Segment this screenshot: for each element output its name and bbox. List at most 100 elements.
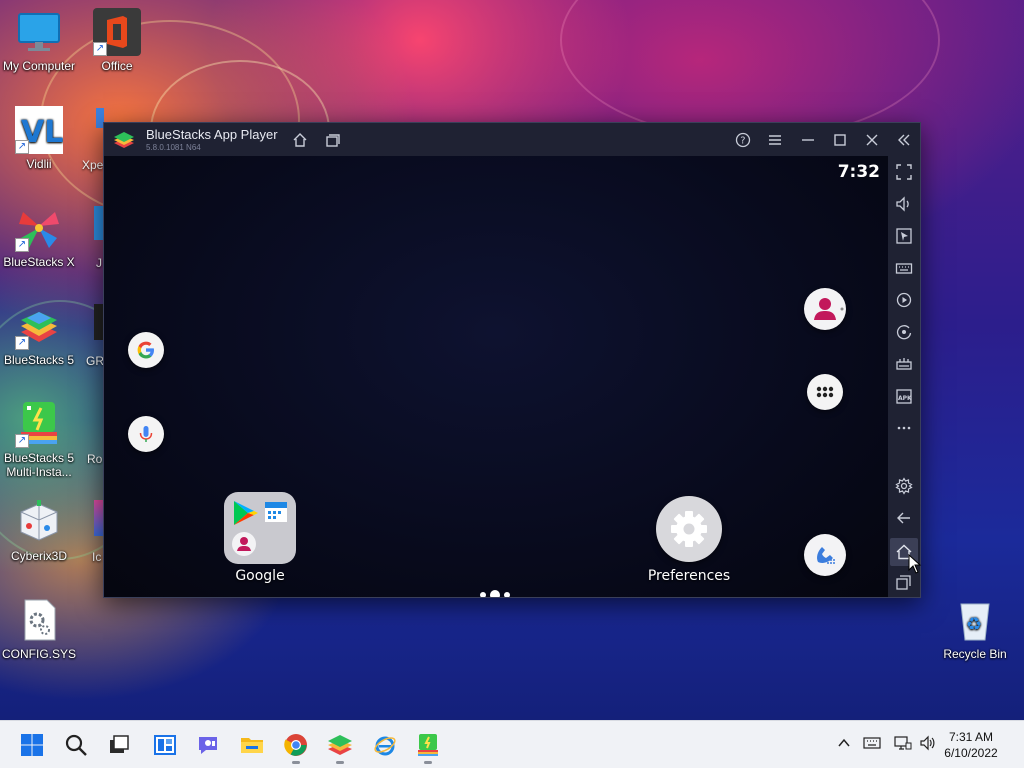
app-drawer-button[interactable]: [807, 374, 843, 410]
volume-button[interactable]: [919, 735, 937, 754]
file-explorer-button[interactable]: [236, 729, 268, 761]
version-label: 5.8.0.1081 N64: [146, 143, 201, 152]
svg-text:APK: APK: [898, 395, 912, 402]
network-button[interactable]: [894, 735, 912, 754]
apk-icon: APK: [896, 389, 912, 404]
bluestacks-x-icon: ↗: [15, 204, 63, 252]
svg-text:♻: ♻: [966, 614, 982, 635]
maximize-button[interactable]: [828, 128, 852, 152]
fullscreen-icon: [896, 164, 912, 180]
shortcut-arrow-icon: ↗: [15, 336, 29, 350]
more-icon: [897, 426, 911, 430]
bluestacks-taskbar-button[interactable]: [324, 729, 356, 764]
volume-button[interactable]: [892, 192, 916, 216]
contact-person-icon: [814, 298, 844, 320]
install-apk-button[interactable]: APK: [892, 384, 916, 408]
rotate-button[interactable]: [892, 320, 916, 344]
internet-explorer-button[interactable]: [369, 729, 401, 761]
chrome-button[interactable]: [280, 729, 312, 764]
multi-instance-icon: [326, 134, 340, 147]
desktop-icon-my-computer[interactable]: My Computer: [0, 8, 78, 73]
back-button[interactable]: [892, 506, 916, 530]
recycle-bin-icon: ♻: [951, 596, 999, 644]
voice-search-button[interactable]: [128, 416, 164, 452]
search-icon: [65, 734, 87, 756]
task-view-button[interactable]: [103, 729, 135, 761]
collapse-sidebar-button[interactable]: [892, 128, 916, 152]
rotate-icon: [896, 325, 912, 340]
title-bar[interactable]: BlueStacks App Player 5.8.0.1081 N64 ?: [104, 123, 920, 156]
keyboard-controls-button[interactable]: [892, 256, 916, 280]
desktop-icon-office[interactable]: ↗ Office: [78, 8, 156, 73]
maximize-icon: [834, 134, 846, 146]
preferences-label: Preferences: [647, 568, 731, 584]
volume-icon: [896, 196, 909, 212]
macro-icon: [896, 292, 912, 308]
google-search-button[interactable]: [128, 332, 164, 368]
desktop-icon-partial-ro[interactable]: Ro: [87, 452, 102, 466]
macro-button[interactable]: [892, 288, 916, 312]
multi-instance-button[interactable]: [320, 128, 344, 152]
bluestacks-sidebar: APK: [888, 156, 920, 597]
pointer-button[interactable]: [892, 224, 916, 248]
home-button[interactable]: [288, 128, 312, 152]
mouse-cursor-icon: [908, 553, 922, 579]
desktop-icon-label: BlueStacks 5: [3, 353, 75, 367]
google-folder[interactable]: [224, 492, 296, 564]
preferences-app[interactable]: [656, 496, 722, 562]
minimize-icon: [802, 139, 814, 141]
google-g-icon: [137, 341, 154, 359]
bluestacks5-icon: ↗: [15, 302, 63, 350]
window-title: BlueStacks App Player: [146, 127, 278, 142]
desktop-icon-recycle-bin[interactable]: ♻ Recycle Bin: [936, 596, 1014, 661]
search-button[interactable]: [60, 729, 92, 761]
svg-text:?: ?: [740, 136, 745, 147]
phone-icon: [817, 547, 835, 564]
contacts-button[interactable]: [804, 288, 846, 330]
help-button[interactable]: ?: [731, 128, 755, 152]
desktop-icon-config-sys[interactable]: CONFIG.SYS: [0, 596, 78, 661]
more-button[interactable]: [892, 416, 916, 440]
phone-dialer-button[interactable]: [804, 534, 846, 576]
gr-icon: [94, 304, 103, 340]
volume-icon: [920, 735, 935, 751]
minimize-button[interactable]: [796, 128, 820, 152]
desktop-icon-partial-ic[interactable]: Ic: [92, 550, 101, 564]
clock[interactable]: 7:31 AM 6/10/2022: [936, 729, 1006, 761]
desktop-icon-bluestacks-x[interactable]: ↗ BlueStacks X: [0, 204, 78, 269]
show-hidden-icons-button[interactable]: [836, 735, 852, 754]
widgets-button[interactable]: [149, 729, 181, 761]
android-screen[interactable]: 7:32 Google Preferences: [104, 156, 888, 597]
shortcut-arrow-icon: ↗: [15, 140, 29, 154]
widgets-icon: [154, 735, 176, 755]
desktop-icon-partial-j[interactable]: J: [96, 256, 102, 270]
input-indicator-button[interactable]: [863, 735, 881, 754]
fullscreen-button[interactable]: [892, 160, 916, 184]
desktop-icon-bluestacks5-multi[interactable]: ↗ BlueStacks 5 Multi-Insta...: [0, 400, 78, 479]
taskbar: 7:31 AM 6/10/2022: [0, 720, 1024, 768]
page-indicator: [478, 586, 512, 597]
gamepad-button[interactable]: [892, 352, 916, 376]
chrome-icon: [284, 734, 307, 756]
file-explorer-icon: [241, 738, 263, 753]
calendar-icon: [265, 502, 287, 522]
desktop-icon-partial-gr[interactable]: GR: [86, 354, 104, 368]
menu-button[interactable]: [763, 128, 787, 152]
close-button[interactable]: [860, 128, 884, 152]
office-icon: ↗: [93, 8, 141, 56]
collapse-sidebar-icon: [898, 134, 910, 146]
chevron-up-icon: [838, 738, 850, 747]
chat-button[interactable]: [192, 729, 224, 761]
menu-icon: [769, 135, 781, 145]
bluestacks-multi-icon: [418, 734, 438, 756]
start-button[interactable]: [16, 729, 48, 761]
gamepad-icon: [896, 358, 912, 370]
desktop-icon-bluestacks5[interactable]: ↗ BlueStacks 5: [0, 302, 78, 367]
desktop-icon-cyberix[interactable]: Cyberix3D: [0, 498, 78, 563]
desktop-icon-label: BlueStacks X: [3, 255, 75, 269]
app-drawer-dots-icon: [816, 386, 834, 398]
desktop-icon-partial-xpe[interactable]: Xpe: [82, 158, 103, 172]
settings-button[interactable]: [892, 474, 916, 498]
desktop-icon-vidlii[interactable]: VL ↗ Vidlii: [0, 106, 78, 171]
bluestacks-multi-taskbar-button[interactable]: [412, 729, 444, 764]
